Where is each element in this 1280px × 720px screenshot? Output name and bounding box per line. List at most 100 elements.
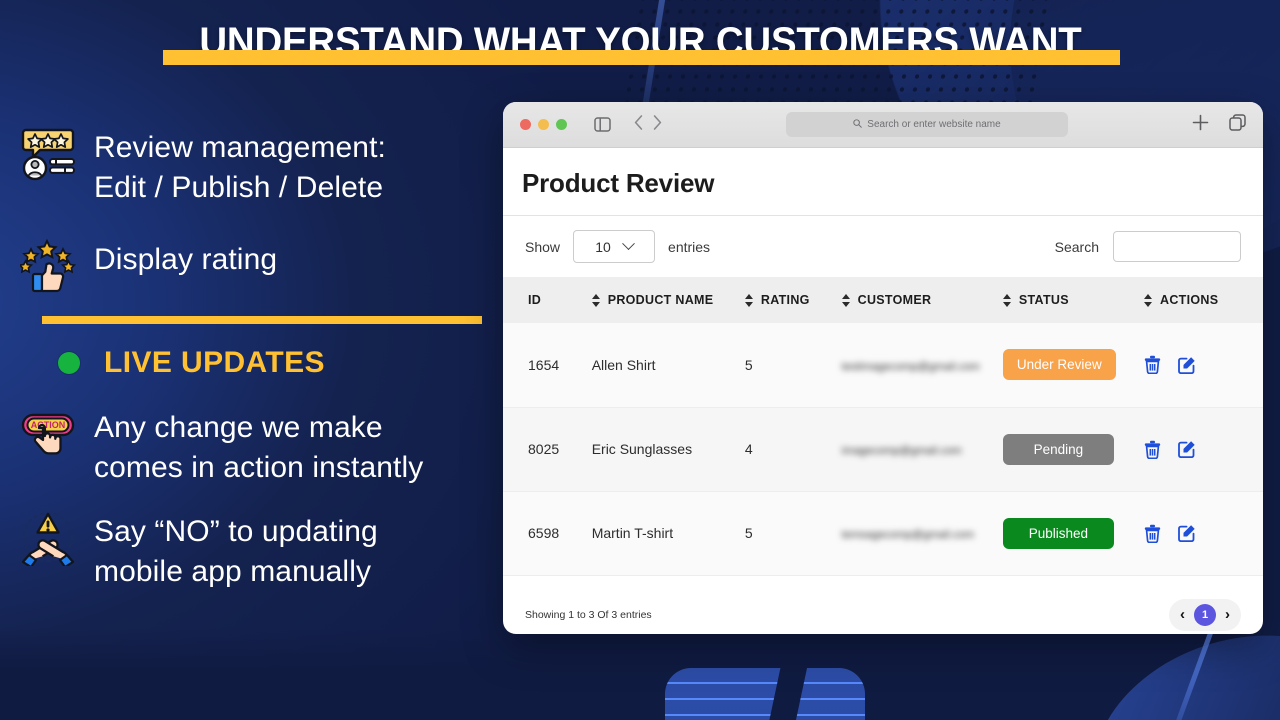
review-management-icon — [20, 126, 76, 182]
cell-status: Under Review — [1002, 323, 1145, 408]
window-controls — [520, 119, 567, 130]
sort-icon — [744, 293, 754, 307]
edit-icon[interactable] — [1178, 524, 1196, 542]
display-rating-icon — [20, 238, 76, 294]
slide-canvas: UNDERSTAND WHAT YOUR CUSTOMERS WANT Revi… — [0, 0, 1280, 720]
cell-rating: 5 — [744, 491, 842, 576]
background-bottom-card — [665, 668, 865, 720]
entries-length-control: Show 10 entries — [525, 230, 710, 263]
delete-icon[interactable] — [1144, 440, 1161, 459]
sort-icon — [1002, 293, 1012, 307]
cell-customer: imagecomp@gmail.com — [841, 407, 1003, 492]
list-item-label: Review management: Edit / Publish / Dele… — [94, 131, 386, 204]
cell-customer: temsagecomp@gmail.com — [841, 491, 1003, 576]
cell-product-name: Eric Sunglasses — [591, 407, 745, 492]
pagination-next-button[interactable]: › — [1225, 607, 1230, 622]
table-row: 8025 Eric Sunglasses 4 imagecomp@gmail.c… — [503, 407, 1263, 492]
live-updates-heading: LIVE UPDATES — [58, 346, 490, 380]
browser-titlebar: Search or enter website name — [503, 102, 1263, 148]
product-review-table: ID PRODUCT NAME RATING CUSTOMER STATUS A… — [503, 277, 1263, 576]
search-label: Search — [1054, 238, 1099, 255]
column-header-actions[interactable]: ACTIONS — [1144, 277, 1263, 323]
cell-customer: testimagecomp@gmail.com — [841, 323, 1003, 408]
customer-email-redacted: imagecomp@gmail.com — [841, 445, 962, 457]
table-toolbar: Show 10 entries Search — [503, 216, 1263, 277]
browser-window: Search or enter website name Product Rev… — [503, 102, 1263, 634]
column-header-status[interactable]: STATUS — [1002, 277, 1144, 323]
show-label: Show — [525, 238, 561, 255]
sort-icon — [841, 293, 851, 307]
column-header-customer[interactable]: CUSTOMER — [841, 277, 1003, 323]
customer-email-redacted: testimagecomp@gmail.com — [841, 360, 980, 373]
delete-icon[interactable] — [1144, 355, 1161, 375]
table-header-row: ID PRODUCT NAME RATING CUSTOMER STATUS A… — [503, 277, 1263, 323]
tab-overview-icon[interactable] — [1229, 113, 1246, 136]
navigation-buttons — [634, 114, 662, 135]
pagination: ‹ 1 › — [1169, 598, 1241, 631]
plus-icon[interactable] — [1192, 114, 1209, 136]
search-icon — [853, 118, 863, 131]
table-header: ID PRODUCT NAME RATING CUSTOMER STATUS A… — [503, 277, 1263, 323]
column-header-product-name[interactable]: PRODUCT NAME — [591, 277, 745, 323]
address-bar-placeholder: Search or enter website name — [867, 119, 1001, 130]
forward-chevron-icon[interactable] — [653, 114, 662, 135]
column-header-rating[interactable]: RATING — [744, 277, 842, 323]
status-badge: Published — [1002, 517, 1114, 549]
table-body: 1654 Allen Shirt 5 testimagecomp@gmail.c… — [503, 323, 1263, 576]
svg-text:ACTION: ACTION — [31, 420, 66, 430]
search-input[interactable] — [1113, 231, 1241, 262]
zoom-window-button[interactable] — [556, 119, 567, 130]
cell-product-name: Martin T-shirt — [591, 491, 745, 576]
address-bar[interactable]: Search or enter website name — [786, 112, 1068, 137]
table-row: 6598 Martin T-shirt 5 temsagecomp@gmail.… — [503, 491, 1263, 576]
no-manual-update-icon — [20, 510, 76, 566]
list-item-label: Any change we make comes in action insta… — [94, 411, 424, 484]
cell-rating: 5 — [744, 323, 842, 408]
column-label: CUSTOMER — [857, 293, 932, 307]
column-label: ID — [528, 293, 542, 307]
headline-underline — [163, 50, 1120, 65]
table-row: 1654 Allen Shirt 5 testimagecomp@gmail.c… — [503, 323, 1263, 408]
action-button-icon: ACTION — [20, 406, 76, 462]
close-window-button[interactable] — [520, 119, 531, 130]
customer-email-redacted: temsagecomp@gmail.com — [841, 529, 975, 541]
cell-actions — [1144, 323, 1263, 408]
cell-rating: 4 — [744, 407, 842, 492]
page-header: Product Review — [503, 148, 1263, 216]
delete-icon[interactable] — [1144, 524, 1161, 543]
cell-status: Pending — [1002, 407, 1145, 492]
column-label: ACTIONS — [1160, 293, 1219, 307]
entries-length-select[interactable]: 10 — [573, 230, 656, 263]
list-item: Say “NO” to updating mobile app manually — [20, 510, 490, 592]
entries-length-value: 10 — [595, 238, 611, 255]
list-item: Review management: Edit / Publish / Dele… — [20, 126, 490, 208]
cell-status: Published — [1002, 491, 1145, 576]
list-item-label: Display rating — [94, 243, 278, 276]
cell-actions — [1144, 407, 1263, 492]
pagination-page-1[interactable]: 1 — [1194, 603, 1216, 626]
table-footer: Showing 1 to 3 Of 3 entries ‹ 1 › — [503, 576, 1263, 635]
table-search-control: Search — [1055, 231, 1241, 262]
edit-icon[interactable] — [1178, 440, 1196, 458]
status-badge: Under Review — [1002, 349, 1116, 381]
cell-actions — [1144, 491, 1263, 576]
browser-toolbar-right — [1192, 113, 1246, 136]
column-label: RATING — [760, 293, 810, 307]
entries-label: entries — [668, 238, 711, 255]
cell-id: 8025 — [503, 407, 592, 492]
live-status-dot — [58, 352, 80, 374]
pagination-prev-button[interactable]: ‹ — [1180, 607, 1185, 622]
column-label: PRODUCT NAME — [607, 293, 714, 307]
sort-icon — [591, 293, 601, 307]
cell-id: 1654 — [503, 323, 592, 408]
sort-icon — [1144, 293, 1153, 307]
edit-icon[interactable] — [1178, 356, 1196, 374]
column-label: STATUS — [1018, 293, 1069, 307]
column-header-id[interactable]: ID — [503, 277, 592, 323]
list-item-label: Say “NO” to updating mobile app manually — [94, 515, 378, 588]
back-chevron-icon[interactable] — [634, 114, 643, 135]
status-badge: Pending — [1002, 433, 1114, 465]
minimize-window-button[interactable] — [538, 119, 549, 130]
sidebar-toggle-icon[interactable] — [594, 117, 611, 132]
feature-list: Review management: Edit / Publish / Dele… — [20, 126, 490, 592]
